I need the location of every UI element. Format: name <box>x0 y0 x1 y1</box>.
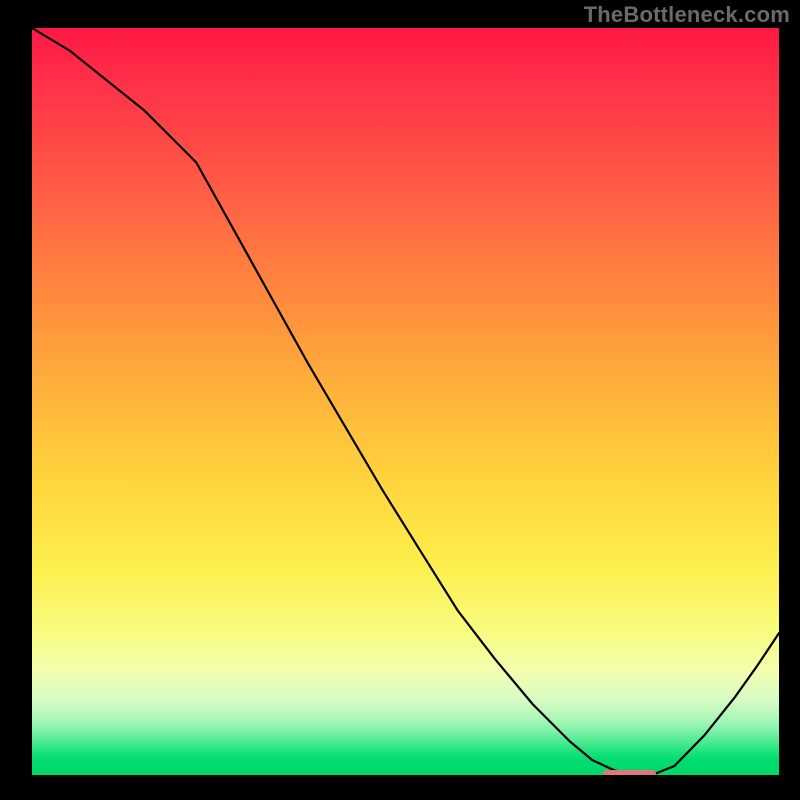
bottleneck-curve <box>32 28 779 775</box>
optimum-marker <box>603 770 655 776</box>
chart-frame: TheBottleneck.com <box>0 0 800 800</box>
plot-area <box>32 28 779 775</box>
watermark-text: TheBottleneck.com <box>584 2 790 28</box>
